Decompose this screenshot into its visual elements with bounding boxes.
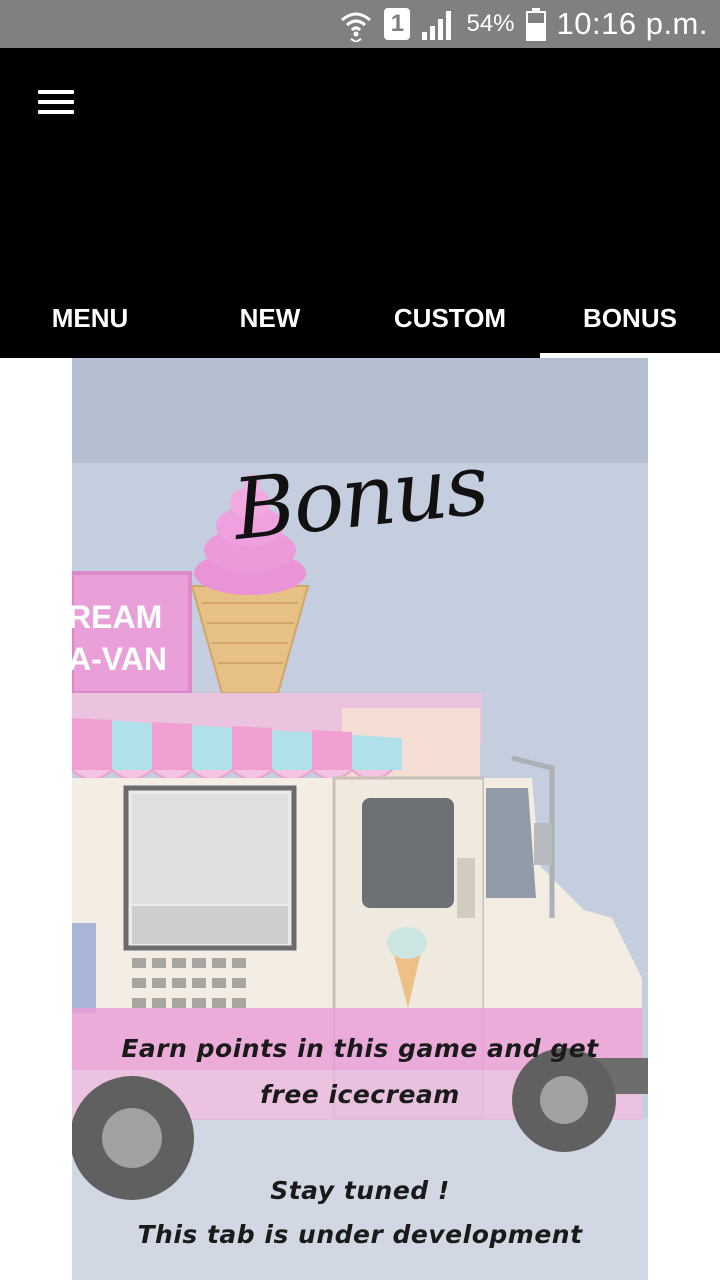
battery-icon [525, 6, 547, 42]
tab-custom[interactable]: CUSTOM [360, 278, 540, 358]
tab-menu[interactable]: MENU [0, 278, 180, 358]
bonus-text-line4: This tab is under development [137, 1220, 583, 1249]
bonus-banner-image: REAM A-VAN Bonus Earn points in this gam… [72, 358, 648, 1280]
status-bar: 1 54% 10:16 p.m. [0, 0, 720, 48]
clock: 10:16 p.m. [556, 6, 708, 41]
tab-bonus[interactable]: BONUS [540, 278, 720, 358]
bonus-text-line1: Earn points in this game and get [121, 1034, 599, 1063]
menu-hamburger-icon[interactable] [34, 88, 76, 120]
sim-badge: 1 [384, 8, 411, 40]
bonus-text-line3: Stay tuned ! [270, 1176, 450, 1205]
signal-icon [420, 6, 456, 42]
status-icons: 1 54% 10:16 p.m. [338, 0, 708, 48]
tab-bar: MENU NEW CUSTOM BONUS [0, 278, 720, 358]
app-bar: MENU NEW CUSTOM BONUS [0, 48, 720, 358]
battery-percent: 54% [466, 10, 515, 37]
wifi-icon [338, 6, 374, 42]
tab-new[interactable]: NEW [180, 278, 360, 358]
bonus-text-line2: free icecream [260, 1080, 460, 1109]
